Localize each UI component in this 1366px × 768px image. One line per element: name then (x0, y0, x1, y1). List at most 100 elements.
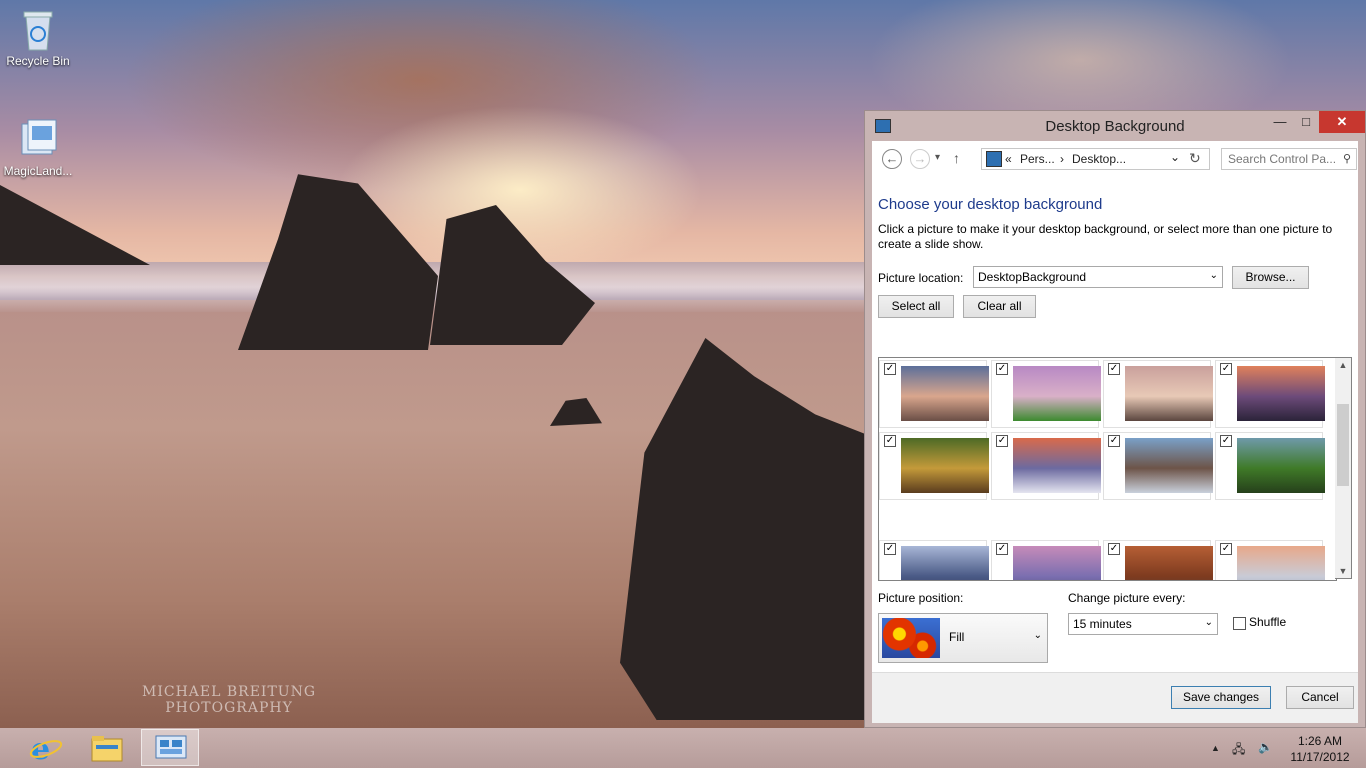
system-clock[interactable]: 1:26 AM 11/17/2012 (1284, 733, 1356, 765)
picture-location-label: Picture location: (878, 271, 964, 285)
gallery-tile-coastal-dusk[interactable]: ✓ (991, 540, 1101, 580)
forward-button[interactable]: → (910, 149, 930, 169)
gallery-tile-rocky-shore[interactable]: ✓ (1103, 360, 1213, 428)
tile-checkbox[interactable]: ✓ (996, 435, 1008, 447)
wallpaper-thumbnail[interactable] (1013, 546, 1101, 580)
wallpaper-thumbnail[interactable] (1013, 438, 1101, 493)
wallpaper-thumbnail[interactable] (1237, 546, 1325, 580)
gallery-tile-waterfall-forest[interactable]: ✓ (879, 432, 989, 500)
desktop-icon-label: MagicLand... (3, 164, 73, 178)
gallery-tile-meadow-cabin[interactable]: ✓ (991, 360, 1101, 428)
taskbar: e ▲ 🖧 🔈 1:26 AM 11/17/2012 (0, 728, 1366, 768)
picture-position-select[interactable]: Fill ⌄ (878, 613, 1048, 663)
tile-checkbox[interactable]: ✓ (996, 543, 1008, 555)
internet-explorer-button[interactable]: e (16, 729, 74, 767)
gallery-tile-beach-rocks[interactable]: ✓ (879, 360, 989, 428)
wallpaper-thumbnail[interactable] (1125, 546, 1213, 580)
chevron-down-icon: ⌄ (1209, 270, 1218, 281)
volume-icon[interactable]: 🔈 (1258, 740, 1273, 754)
gallery-tile-misty-lake[interactable]: ✓ (1215, 540, 1325, 580)
dialog-footer: Save changes Cancel (872, 672, 1358, 723)
save-changes-button[interactable]: Save changes (1171, 686, 1271, 709)
title-bar[interactable]: Desktop Background — □ ✕ (865, 111, 1365, 141)
change-interval-value: 15 minutes (1073, 617, 1132, 631)
file-explorer-button[interactable] (78, 729, 136, 766)
select-all-button[interactable]: Select all (878, 295, 954, 318)
flower-preview-image (882, 618, 940, 658)
cancel-button[interactable]: Cancel (1286, 686, 1354, 709)
picture-gallery[interactable]: ✓ ✓ ✓ ✓ ✓ ✓ ✓ ✓ ✓ ✓ ✓ ✓ (878, 357, 1337, 581)
magicland-app-icon (16, 116, 60, 162)
wallpaper-thumbnail[interactable] (1237, 366, 1325, 421)
control-panel-icon (155, 735, 187, 759)
desktop-icon-recycle-bin[interactable]: Recycle Bin (2, 6, 74, 68)
back-button[interactable]: ← (882, 149, 902, 169)
search-icon[interactable]: ⚲ (1343, 152, 1351, 165)
tile-checkbox[interactable]: ✓ (884, 543, 896, 555)
gallery-tile-twilight-sea[interactable]: ✓ (879, 540, 989, 580)
picture-location-select[interactable]: DesktopBackground ⌄ (973, 266, 1223, 288)
minimize-button[interactable]: — (1267, 111, 1293, 133)
scroll-up-arrow[interactable]: ▲ (1335, 360, 1351, 370)
breadcrumb-personalization[interactable]: Pers... (1020, 152, 1055, 166)
change-picture-label: Change picture every: (1068, 591, 1186, 605)
breadcrumb-separator[interactable]: › (1060, 152, 1064, 166)
picture-position-label: Picture position: (878, 591, 964, 605)
gallery-tile-sea-sunset[interactable]: ✓ (991, 432, 1101, 500)
tile-checkbox[interactable]: ✓ (1220, 435, 1232, 447)
navigation-bar: ← → ▾ ↑ « Pers... › Desktop... ⌄ ↻ Searc… (872, 141, 1358, 179)
gallery-tile-canyon-bend[interactable]: ✓ (1103, 540, 1213, 580)
browse-button[interactable]: Browse... (1232, 266, 1309, 289)
show-hidden-icons-button[interactable]: ▲ (1211, 743, 1220, 753)
shuffle-label[interactable]: Shuffle (1249, 615, 1286, 629)
gallery-tile-cascade-rocks[interactable]: ✓ (1103, 432, 1213, 500)
tile-checkbox[interactable]: ✓ (884, 363, 896, 375)
breadcrumb-desktop-background[interactable]: Desktop... (1072, 152, 1126, 166)
desktop-icon-label: Recycle Bin (6, 54, 70, 68)
close-button[interactable]: ✕ (1319, 111, 1365, 133)
scroll-down-arrow[interactable]: ▼ (1335, 566, 1351, 576)
tile-checkbox[interactable]: ✓ (1108, 363, 1120, 375)
maximize-button[interactable]: □ (1293, 111, 1319, 133)
tile-checkbox[interactable]: ✓ (1220, 363, 1232, 375)
change-interval-select[interactable]: 15 minutes ⌄ (1068, 613, 1218, 635)
control-panel-taskbar-button[interactable] (141, 729, 199, 766)
clock-time: 1:26 AM (1297, 734, 1343, 748)
refresh-button[interactable]: ↻ (1189, 150, 1201, 167)
tile-checkbox[interactable]: ✓ (1108, 435, 1120, 447)
wallpaper-thumbnail[interactable] (1013, 366, 1101, 421)
wallpaper-thumbnail[interactable] (1125, 366, 1213, 421)
gallery-tile-green-marsh[interactable]: ✓ (1215, 432, 1325, 500)
desktop-background-window: Desktop Background — □ ✕ ← → ▾ ↑ « Pers.… (864, 110, 1366, 728)
clock-date: 11/17/2012 (1290, 750, 1350, 764)
wallpaper-thumbnail[interactable] (901, 546, 989, 580)
picture-position-value: Fill (949, 630, 965, 644)
folder-icon (91, 736, 123, 762)
gallery-tile-purple-sunset[interactable]: ✓ (1215, 360, 1325, 428)
tile-checkbox[interactable]: ✓ (884, 435, 896, 447)
chevron-down-icon: ⌄ (1033, 630, 1042, 641)
wallpaper-thumbnail[interactable] (1125, 438, 1213, 493)
tile-checkbox[interactable]: ✓ (1108, 543, 1120, 555)
breadcrumb-overflow[interactable]: « (1005, 152, 1012, 166)
wallpaper-thumbnail[interactable] (901, 366, 989, 421)
picture-location-value: DesktopBackground (978, 270, 1087, 284)
network-icon[interactable]: 🖧 (1232, 740, 1245, 761)
clear-all-button[interactable]: Clear all (963, 295, 1036, 318)
shuffle-checkbox[interactable] (1233, 617, 1246, 630)
window-client-area: ← → ▾ ↑ « Pers... › Desktop... ⌄ ↻ Searc… (872, 141, 1358, 723)
tile-checkbox[interactable]: ✓ (1220, 543, 1232, 555)
up-button[interactable]: ↑ (953, 150, 960, 166)
wallpaper-thumbnail[interactable] (1237, 438, 1325, 493)
desktop-icon-magicland[interactable]: MagicLand... (2, 116, 74, 178)
search-input[interactable]: Search Control Pa... ⚲ (1221, 148, 1357, 170)
wallpaper-thumbnail[interactable] (901, 438, 989, 493)
search-placeholder: Search Control Pa... (1228, 152, 1337, 166)
tile-checkbox[interactable]: ✓ (996, 363, 1008, 375)
control-panel-icon (986, 151, 1002, 167)
address-dropdown-button[interactable]: ⌄ (1170, 150, 1180, 164)
scrollbar-thumb[interactable] (1337, 404, 1349, 486)
gallery-scrollbar[interactable]: ▲ ▼ (1335, 357, 1352, 579)
address-bar[interactable]: « Pers... › Desktop... ⌄ ↻ (981, 148, 1210, 170)
recent-locations-button[interactable]: ▾ (935, 152, 940, 163)
